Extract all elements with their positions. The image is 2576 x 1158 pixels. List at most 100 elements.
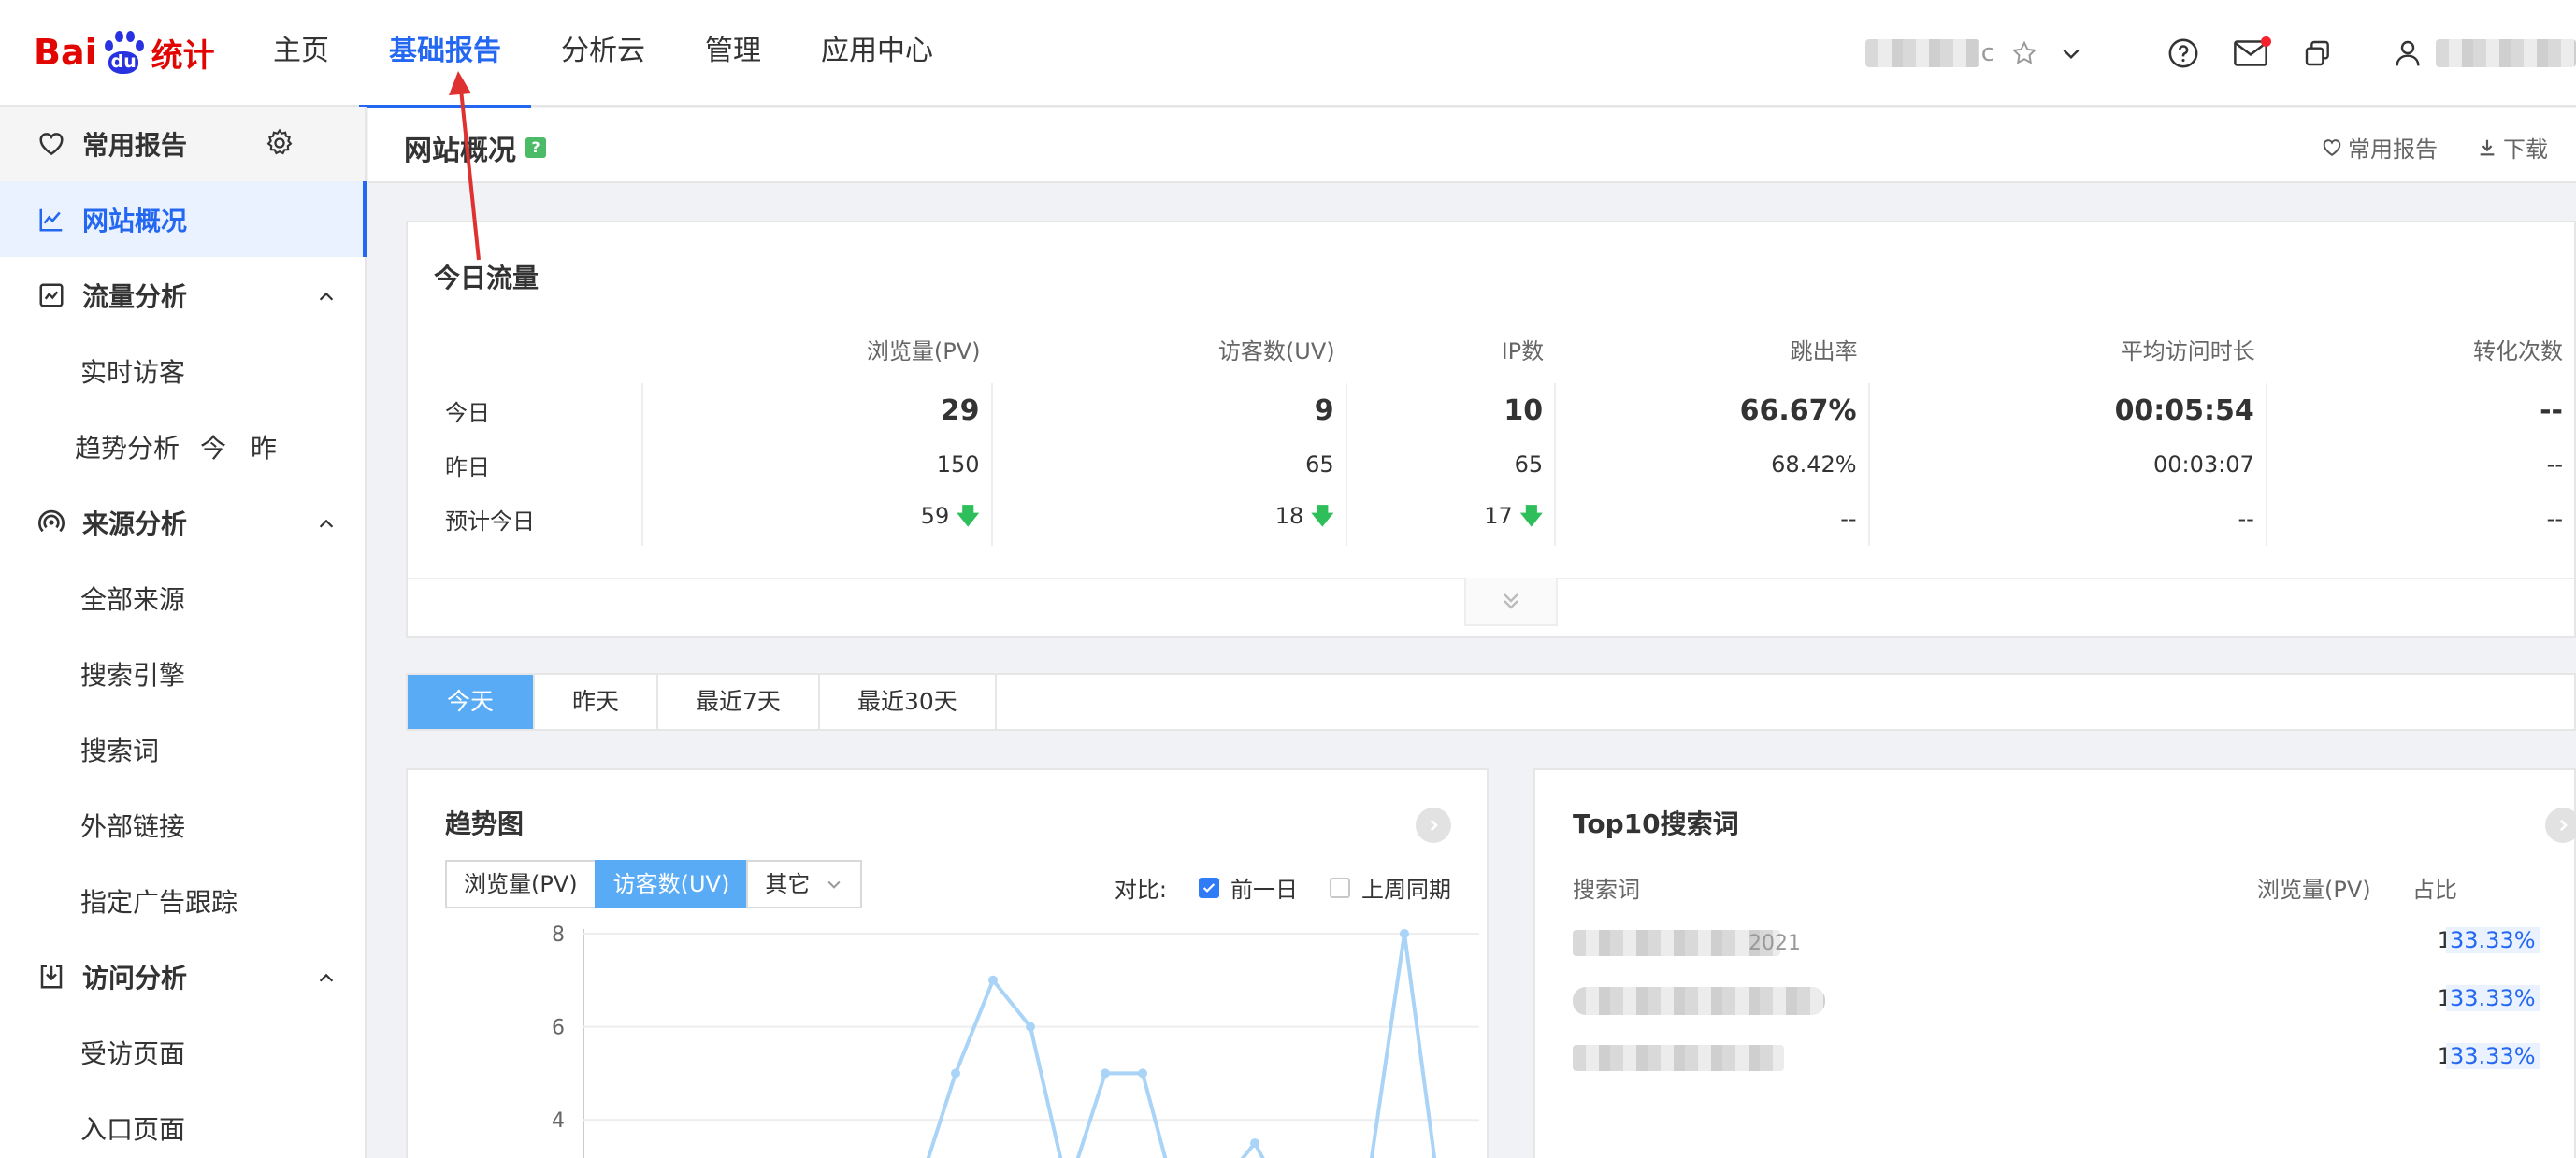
download-label: 下载: [2503, 136, 2548, 163]
sidebar-group-label: 来源分析: [82, 508, 188, 539]
trend-more-button[interactable]: [1416, 808, 1451, 843]
data-point[interactable]: [951, 1068, 960, 1079]
download-icon: [2477, 137, 2497, 158]
row-label: 今日: [445, 399, 490, 426]
mail-icon[interactable]: [2232, 35, 2271, 72]
metric-button-group: 浏览量(PV) 访客数(UV) 其它: [445, 860, 863, 908]
expand-button[interactable]: [1464, 578, 1558, 626]
data-point[interactable]: [1101, 1068, 1110, 1079]
col-pv: 浏览量(PV): [2257, 877, 2371, 903]
nav-manage[interactable]: 管理: [675, 0, 791, 107]
sidebar-item-all-sources[interactable]: 全部来源: [0, 560, 365, 636]
add-favorite-button[interactable]: 常用报告: [2322, 131, 2438, 164]
top10-more-button[interactable]: [2545, 808, 2576, 843]
star-icon[interactable]: [2006, 35, 2043, 72]
copy-icon[interactable]: [2299, 35, 2337, 72]
col-conversions: 转化次数: [2473, 337, 2563, 365]
percentage-value: 33.33%: [2446, 985, 2540, 1011]
row-label: 昨日: [445, 453, 490, 480]
sidebar-item-trend-analysis[interactable]: 趋势分析 今 昨: [0, 408, 365, 484]
content-header: 网站概况 ? 常用报告 下载: [368, 108, 2576, 183]
keyword-mask: [1573, 1045, 1784, 1071]
table-row: 昨日 150 65 65 68.42% 00:03:07 --: [434, 437, 2574, 492]
chevron-down-icon[interactable]: [2052, 35, 2090, 72]
sidebar-item-search-engines[interactable]: 搜索引擎: [0, 636, 365, 711]
tab-last-7-days[interactable]: 最近7天: [658, 675, 820, 729]
compare-prev-day-label[interactable]: 前一日: [1230, 871, 1298, 904]
nav-home[interactable]: 主页: [243, 0, 359, 107]
cell-value: 9: [990, 383, 1346, 437]
cell-value: 00:03:07: [1867, 437, 2267, 492]
sidebar-group-traffic[interactable]: 流量分析: [0, 257, 365, 333]
search-term-blurred[interactable]: [1573, 1045, 1784, 1073]
cell-value: 00:05:54: [1867, 383, 2267, 437]
compare-prev-day-checkbox[interactable]: [1199, 877, 1219, 898]
sidebar: 常用报告 网站概况 流量分析 实时访客 趋势分析 今 昨 来源分析 全部来源 搜…: [0, 107, 367, 1158]
tab-today[interactable]: 今天: [408, 675, 536, 729]
search-term-blurred[interactable]: 2021: [1573, 929, 1801, 957]
chevron-up-icon[interactable]: [316, 965, 337, 995]
chevron-up-icon[interactable]: [316, 283, 337, 314]
favorite-label: 常用报告: [2348, 136, 2438, 163]
compare-last-week-checkbox[interactable]: [1330, 877, 1350, 898]
sidebar-item-ad-tracking[interactable]: 指定广告跟踪: [0, 863, 365, 938]
data-point[interactable]: [1026, 1022, 1035, 1032]
col-percentage: 占比: [2412, 877, 2457, 903]
trend-yesterday-link[interactable]: 昨: [251, 428, 277, 465]
search-term-blurred[interactable]: [1573, 987, 1825, 1015]
username-blurred[interactable]: [2436, 39, 2576, 67]
site-selector[interactable]: c: [1864, 35, 2094, 72]
metric-pv-button[interactable]: 浏览量(PV): [445, 860, 597, 908]
nav-basic-report[interactable]: 基础报告: [359, 0, 531, 108]
compare-last-week-label[interactable]: 上周同期: [1361, 871, 1451, 904]
metric-other-select[interactable]: 其它: [746, 860, 863, 908]
page-title: 网站概况 ?: [404, 127, 546, 168]
nav-analytics-cloud[interactable]: 分析云: [531, 0, 675, 107]
tab-yesterday[interactable]: 昨天: [535, 675, 659, 729]
trend-today-link[interactable]: 今: [200, 428, 226, 465]
table-header-row: 浏览量(PV) 访客数(UV) IP数 跳出率 平均访问时长 转化次数: [434, 314, 2574, 383]
help-badge-icon[interactable]: ?: [525, 137, 546, 158]
table-row: 预计今日 59 🡇 18 🡇 17 🡇 -- -- --: [434, 492, 2574, 546]
table-row: 今日 29 9 10 66.67% 00:05:54 --: [434, 383, 2574, 437]
sidebar-favorites-header[interactable]: 常用报告: [0, 107, 365, 181]
logo-stat-text: 统计: [151, 36, 215, 75]
data-point[interactable]: [1400, 928, 1409, 938]
pv-value: 1: [2437, 985, 2452, 1011]
nav-app-center[interactable]: 应用中心: [791, 0, 963, 107]
cell-value: 150: [641, 437, 992, 492]
baidu-tongji-logo[interactable]: Bai du 统计: [34, 22, 215, 82]
header-actions: 常用报告 下载: [2282, 131, 2548, 164]
metric-uv-button[interactable]: 访客数(UV): [594, 860, 749, 908]
traffic-analysis-icon: [36, 279, 67, 311]
help-icon[interactable]: [2165, 35, 2202, 72]
user-icon[interactable]: [2389, 35, 2426, 72]
row-label: 预计今日: [445, 508, 535, 535]
sidebar-item-visited-pages[interactable]: 受访页面: [0, 1014, 365, 1090]
sidebar-item-realtime-visitors[interactable]: 实时访客: [0, 333, 365, 408]
sidebar-item-site-overview[interactable]: 网站概况: [0, 181, 367, 257]
data-point[interactable]: [1250, 1138, 1259, 1149]
chevron-up-icon[interactable]: [316, 510, 337, 541]
trend-line-chart: 8 6 4: [552, 923, 1479, 1158]
sidebar-item-label: 趋势分析: [75, 432, 180, 464]
tab-last-30-days[interactable]: 最近30天: [820, 675, 997, 729]
cell-value: --: [2265, 492, 2574, 546]
cell-value: 65: [990, 437, 1346, 492]
download-button[interactable]: 下载: [2477, 131, 2548, 164]
site-name-suffix: c: [1980, 39, 1994, 67]
gear-icon[interactable]: [264, 127, 295, 165]
cell-value: 18 🡇: [990, 492, 1346, 546]
sidebar-item-external-links[interactable]: 外部链接: [0, 787, 365, 863]
sidebar-group-source[interactable]: 来源分析: [0, 484, 365, 560]
sidebar-group-visits[interactable]: 访问分析: [0, 938, 365, 1014]
sidebar-item-entry-pages[interactable]: 入口页面: [0, 1090, 365, 1158]
data-point[interactable]: [1138, 1068, 1147, 1079]
sidebar-item-label: 网站概况: [82, 205, 188, 236]
data-point[interactable]: [988, 975, 998, 985]
cell-value: 66.67%: [1554, 383, 1869, 437]
sidebar-item-search-terms[interactable]: 搜索词: [0, 711, 365, 787]
pv-value: 1: [2437, 1043, 2452, 1069]
cell-value-text: 18: [1274, 502, 1304, 529]
chevron-right-icon: [1430, 819, 1438, 832]
